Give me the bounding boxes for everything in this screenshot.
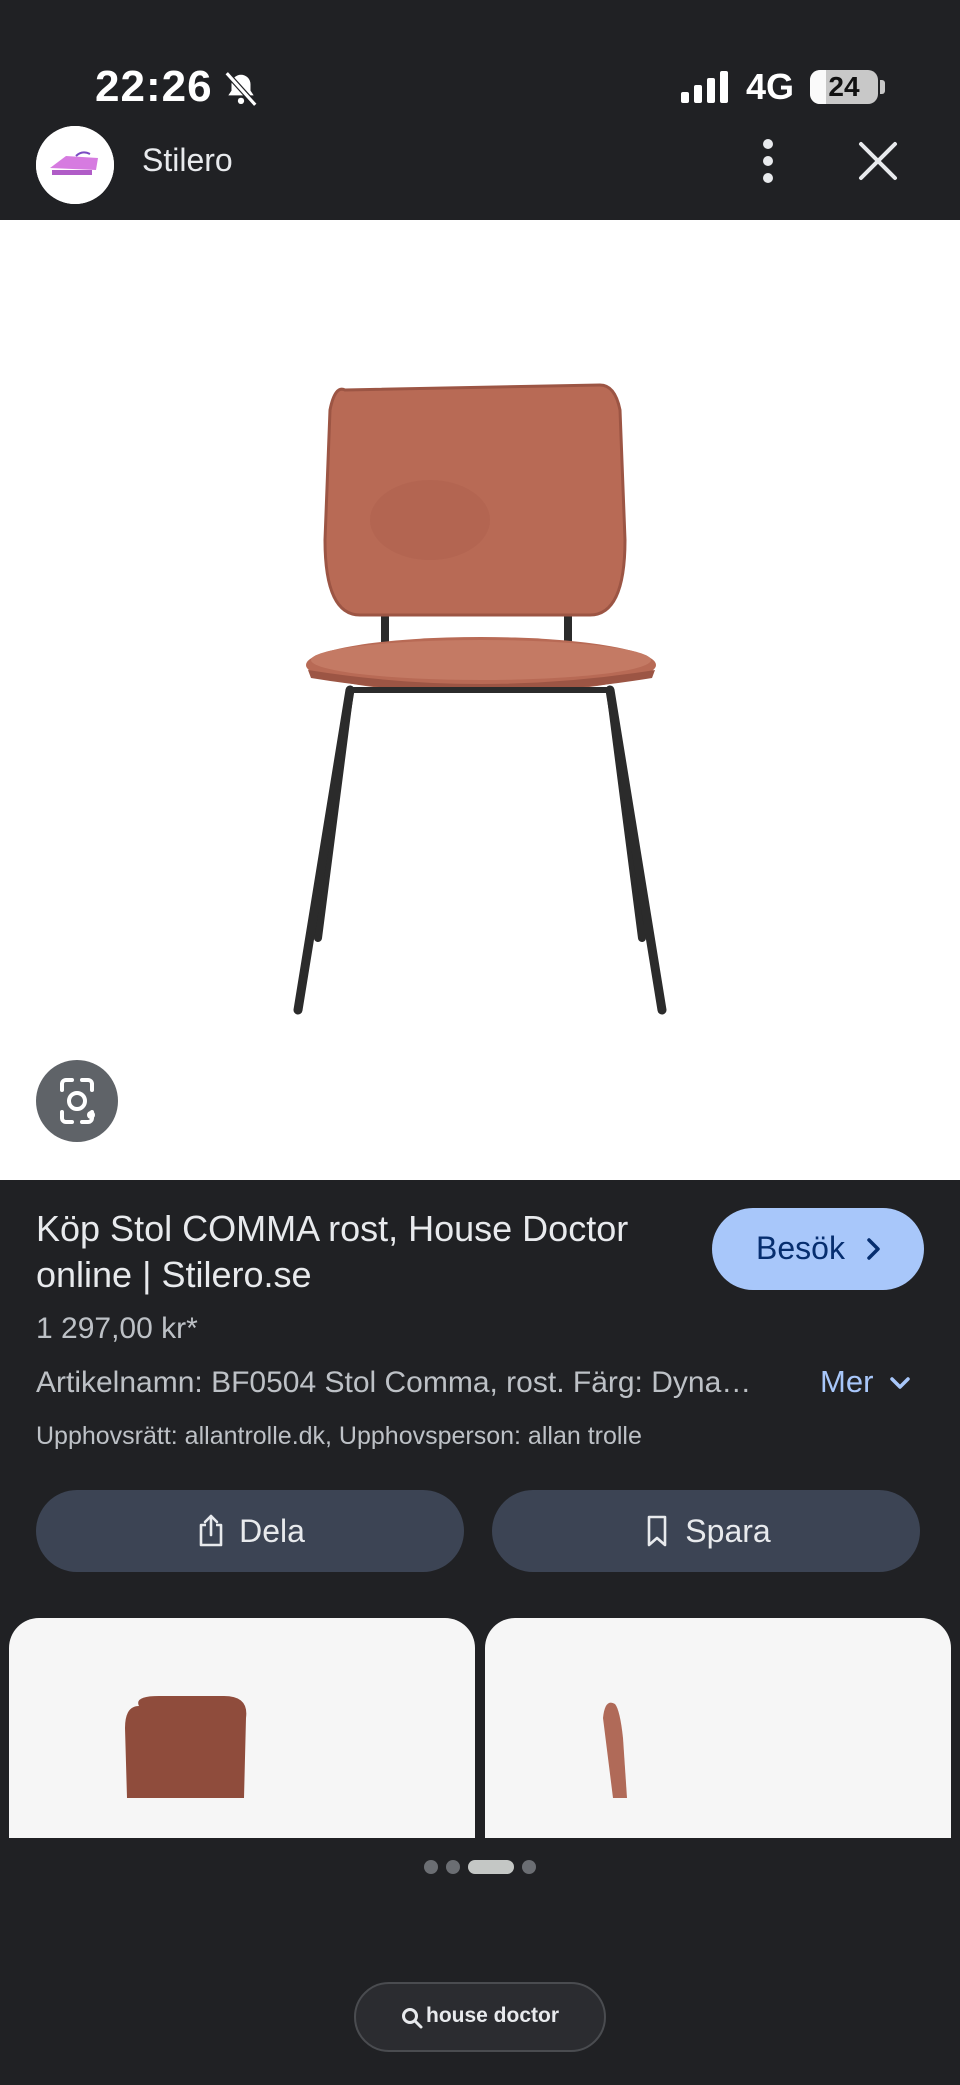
search-query: house doctor: [426, 2004, 560, 2027]
share-button[interactable]: Dela: [36, 1490, 464, 1572]
status-bar: 22:26 4G 24: [0, 0, 960, 118]
related-card[interactable]: [485, 1618, 951, 1838]
pagination-dots: [0, 1860, 960, 1874]
battery-nub: [880, 80, 885, 94]
pagination-dot[interactable]: [446, 1860, 460, 1874]
save-label: Spara: [685, 1512, 771, 1549]
battery-level: 24: [828, 71, 860, 102]
search-icon: [402, 2008, 423, 2029]
price: 1 297,00 kr*: [36, 1312, 198, 1345]
site-name[interactable]: Stilero: [142, 142, 233, 179]
status-time: 22:26: [95, 62, 213, 111]
bell-slash-icon: [224, 71, 258, 107]
chair-image: [293, 383, 667, 1015]
share-icon: [199, 1514, 223, 1547]
description-row: Artikelnamn: BF0504 Stol Comma, rost. Fä…: [36, 1364, 924, 1410]
network-label: 4G: [746, 66, 795, 107]
signal-icon: [681, 71, 728, 103]
product-image[interactable]: [0, 220, 960, 1180]
lens-icon: [60, 1078, 95, 1124]
more-link[interactable]: Mer: [820, 1364, 873, 1400]
viewer-header: Stilero: [0, 118, 960, 220]
chevron-right-icon: [867, 1238, 880, 1260]
share-label: Dela: [239, 1512, 305, 1549]
related-image: [603, 1702, 627, 1798]
visit-label: Besök: [756, 1230, 845, 1266]
related-image: [125, 1696, 247, 1798]
search-pill[interactable]: house doctor: [354, 1982, 606, 2052]
pagination-dot-active[interactable]: [468, 1860, 514, 1874]
bookmark-icon: [647, 1515, 667, 1547]
close-icon[interactable]: [855, 138, 901, 184]
related-card[interactable]: [9, 1618, 475, 1838]
pagination-dot[interactable]: [522, 1860, 536, 1874]
visit-button[interactable]: Besök: [712, 1208, 924, 1290]
pagination-dot[interactable]: [424, 1860, 438, 1874]
more-vert-icon[interactable]: [748, 136, 788, 186]
save-button[interactable]: Spara: [492, 1490, 920, 1572]
chevron-down-icon[interactable]: [888, 1374, 912, 1392]
site-avatar[interactable]: [36, 126, 114, 204]
result-title[interactable]: Köp Stol COMMA rost, House Doctor online…: [36, 1206, 686, 1298]
description: Artikelnamn: BF0504 Stol Comma, rost. Fä…: [36, 1366, 752, 1399]
battery-icon: 24: [810, 70, 878, 104]
lens-button[interactable]: [36, 1060, 118, 1142]
related-results: [0, 1618, 960, 1838]
copyright: Upphovsrätt: allantrolle.dk, Upphovspers…: [36, 1422, 642, 1450]
site-logo: [36, 126, 114, 204]
